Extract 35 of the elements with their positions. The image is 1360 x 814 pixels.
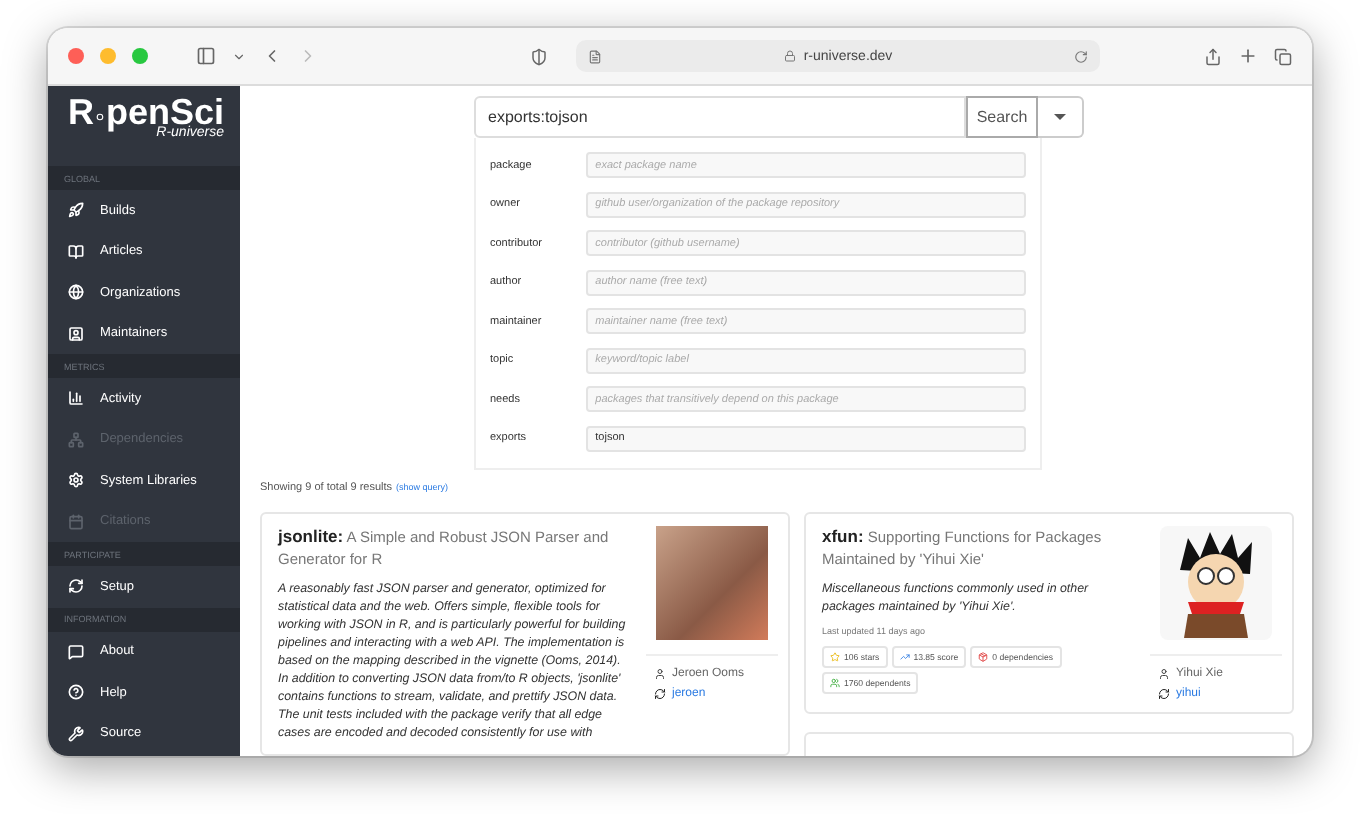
close-button[interactable] [68,48,84,64]
photo-placeholder [656,525,768,639]
sidebar-icon [196,46,216,66]
user-badge-icon [68,325,84,342]
shield-icon [530,47,548,65]
tabs-icon [1274,47,1292,65]
zoom-button[interactable] [132,48,148,64]
user-icon [654,667,666,679]
users-icon [830,677,840,687]
share-icon [1204,47,1222,65]
wrench-icon [68,725,84,742]
book-icon [68,243,84,260]
gear-icon [68,472,84,489]
globe-icon [68,284,84,301]
bar-chart-icon [68,390,84,407]
dropdown-button[interactable] [1038,96,1084,138]
page-icon [588,49,602,63]
star-icon [830,651,840,661]
chat-icon [68,643,84,660]
network-icon [68,431,84,448]
calendar-icon [68,513,84,530]
lock-icon [783,50,796,62]
package-icon [978,651,989,661]
user-icon [1158,667,1170,679]
minimize-button[interactable] [100,48,116,64]
plus-icon [1238,46,1258,66]
reload-icon [1074,49,1089,63]
search-button[interactable]: Search [966,96,1038,138]
cartoon-avatar-drawing [1160,525,1272,639]
arrows-icon [68,578,84,595]
rocket-icon [68,202,84,219]
trend-icon [899,651,910,661]
chevron-down-icon [232,49,246,63]
help-icon [68,684,84,701]
search-field[interactable]: exports:tojson [474,96,966,138]
